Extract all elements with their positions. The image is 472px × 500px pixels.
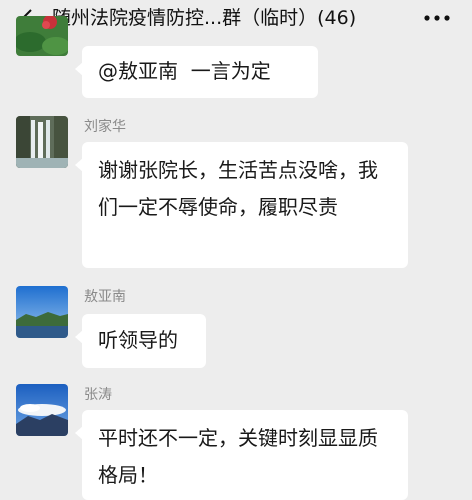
sender-name: 张涛 [84,387,112,403]
message-bubble[interactable]: 听领导的 [75,314,206,368]
message-text: @敖亚南 一言为定 [98,59,271,83]
chat-title: 随州法院疫情防控...群（临时）(46) [52,7,357,29]
message-bubble[interactable]: 平时还不一定，关键时刻显显质格局！ [75,410,408,500]
flower-avatar[interactable] [16,16,68,56]
message-text: 平时还不一定，关键时刻显显质格局！ [98,426,378,487]
message-bubble[interactable]: @敖亚南 一言为定 [75,46,318,98]
message-bubble[interactable]: 谢谢张院长，生活苦点没啥，我们一定不辱使命，履职尽责 [75,142,408,268]
snow-mountain-avatar[interactable] [16,384,68,436]
sender-name: 敖亚南 [84,289,126,305]
more-dots-icon[interactable] [422,8,452,28]
waterfall-avatar[interactable] [16,116,68,168]
sender-name: 刘家华 [84,119,126,135]
message-text: 谢谢张院长，生活苦点没啥，我们一定不辱使命，履职尽责 [98,158,378,219]
chat-header: 随州法院疫情防控...群（临时）(46) [0,0,472,38]
message-text: 听领导的 [98,328,178,352]
mountain-lake-avatar[interactable] [16,286,68,338]
